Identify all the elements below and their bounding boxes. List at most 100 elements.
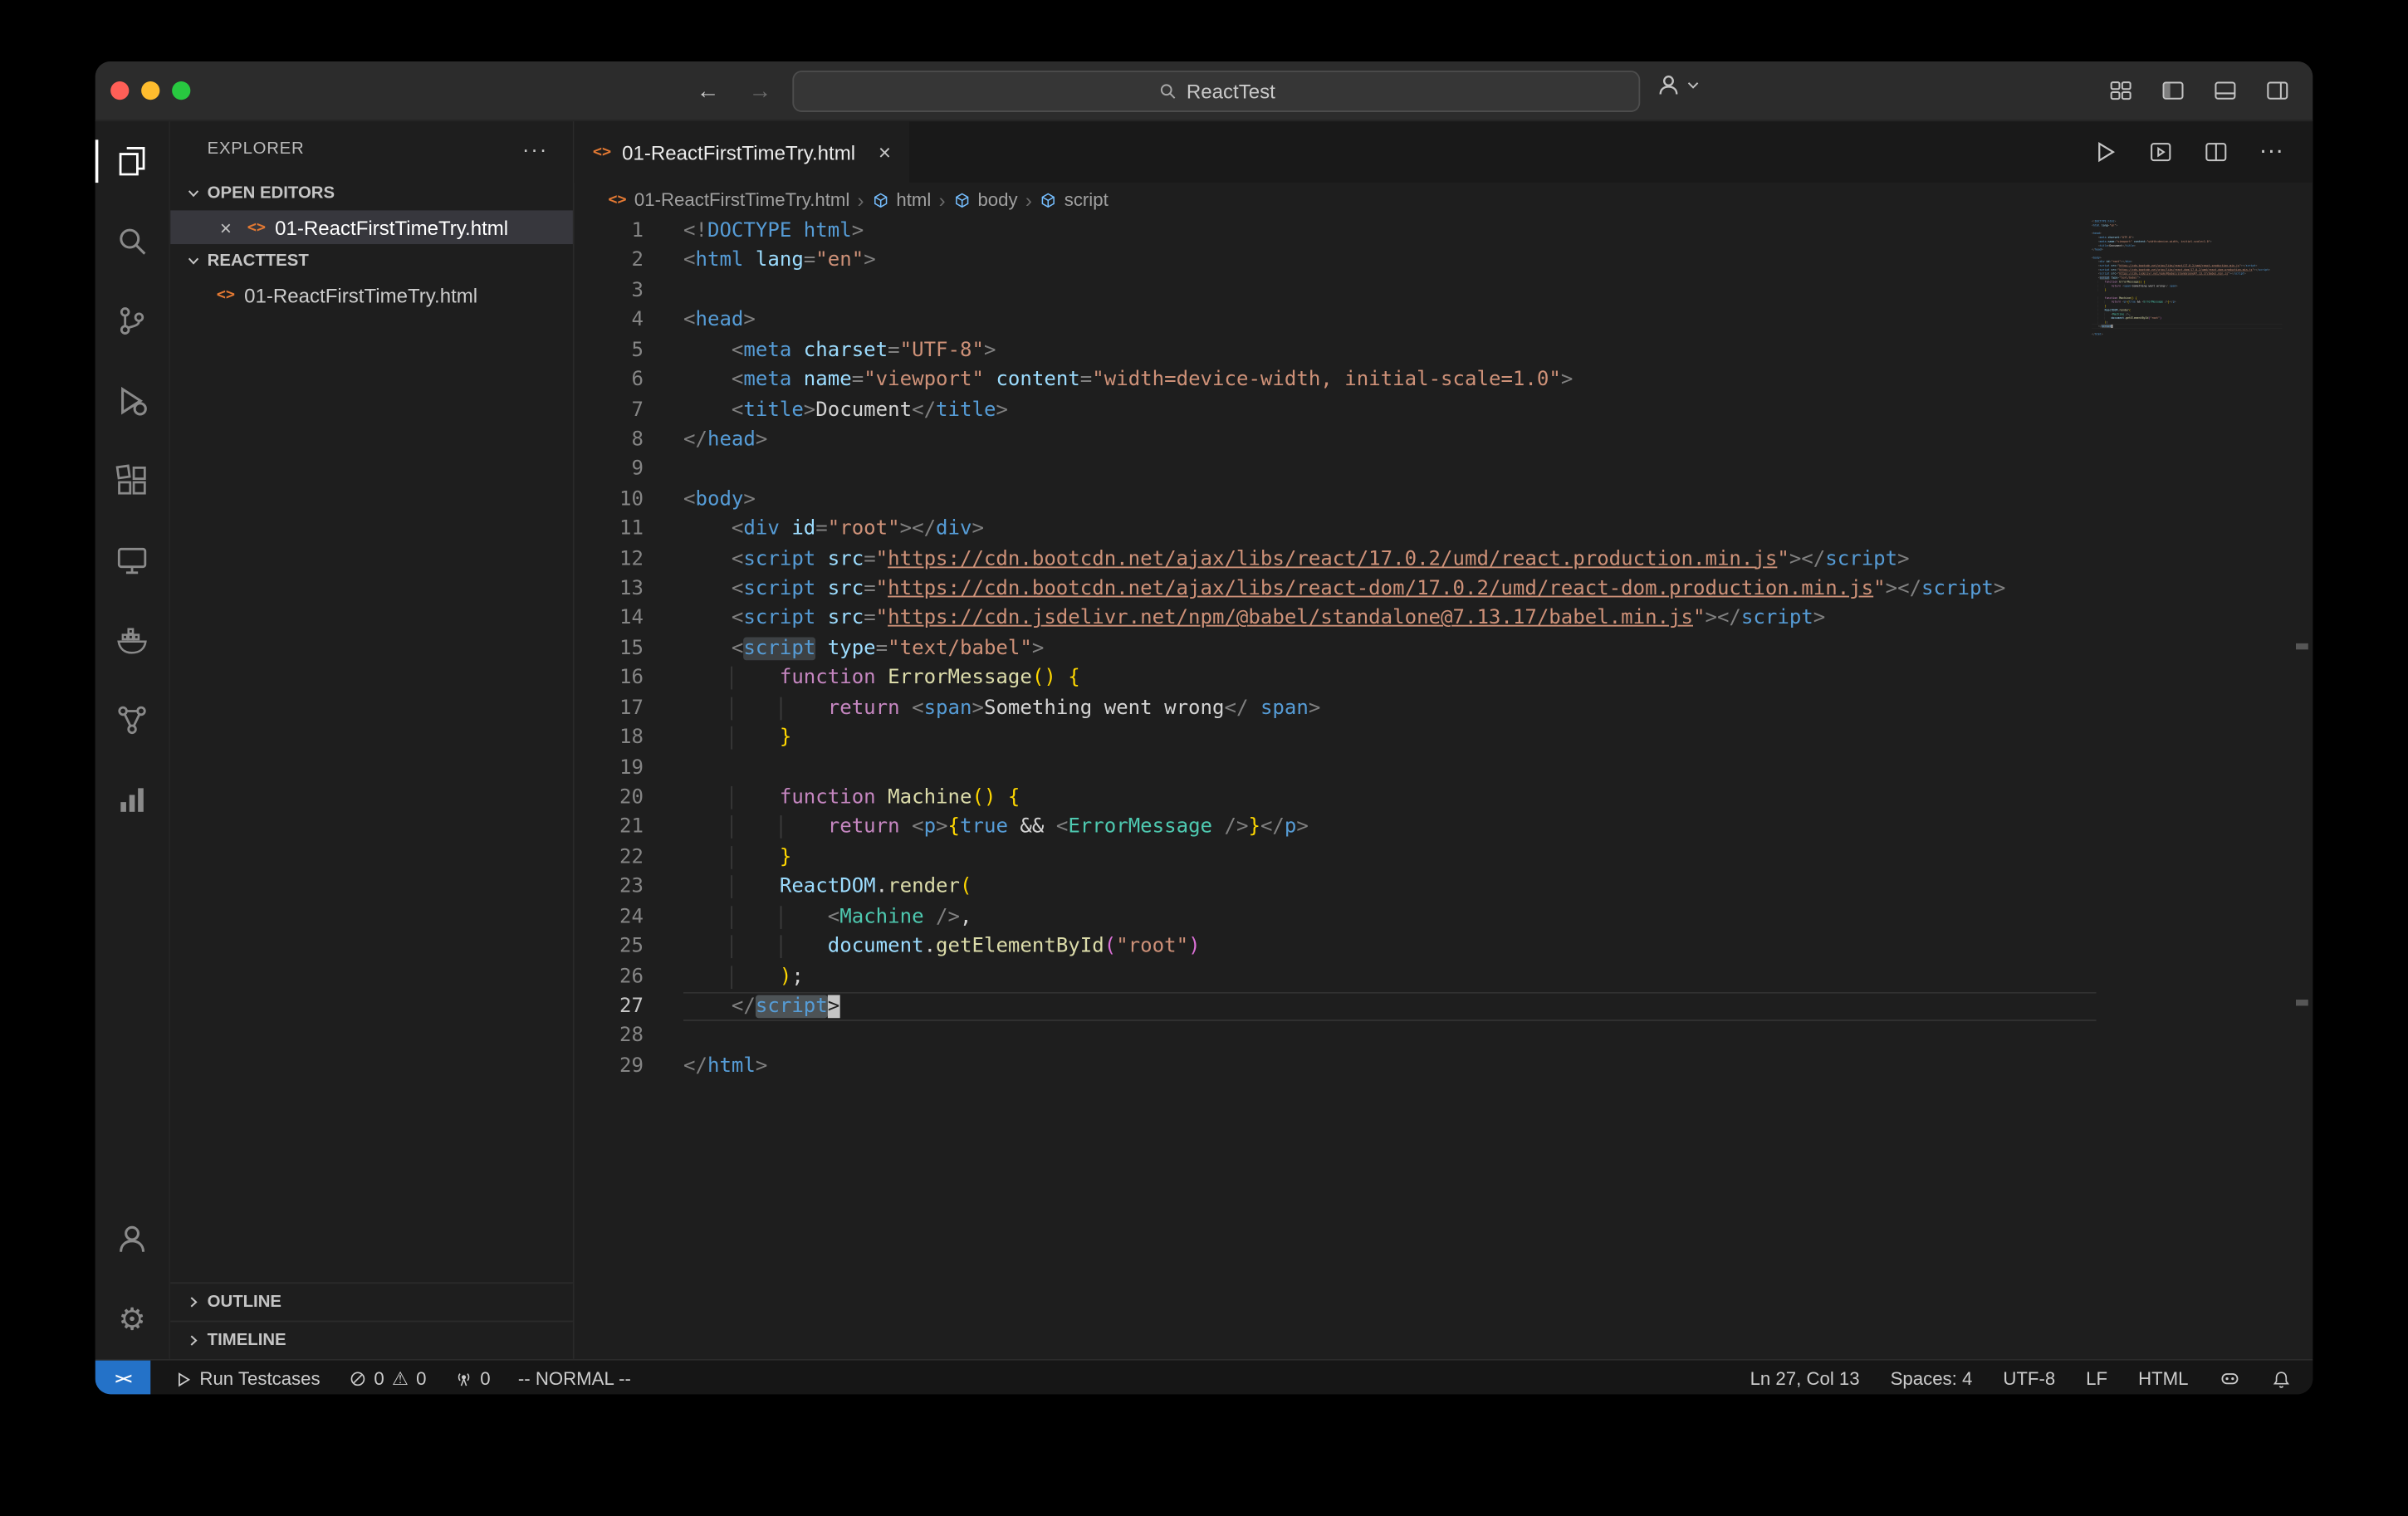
notifications-bell-icon[interactable] — [2269, 1369, 2294, 1389]
more-actions-icon[interactable]: ··· — [2254, 135, 2288, 169]
code-line-29[interactable]: </html> — [683, 1052, 2097, 1082]
code-line-7[interactable]: <title>Document</title> — [683, 395, 2097, 425]
settings-gear-icon[interactable]: ⚙ — [95, 1279, 169, 1359]
run-file-icon[interactable] — [2088, 135, 2122, 169]
code-line-12[interactable]: <script src="https://cdn.bootcdn.net/aja… — [683, 545, 2097, 575]
close-editor-icon[interactable]: × — [213, 216, 238, 239]
line-number[interactable]: 12 — [575, 545, 644, 575]
line-number[interactable]: 10 — [575, 485, 644, 515]
code-line-28[interactable] — [683, 1022, 2097, 1052]
code-line-3[interactable] — [683, 276, 2097, 306]
line-number[interactable]: 19 — [575, 753, 644, 783]
copilot-icon[interactable] — [2216, 1368, 2244, 1390]
navigate-forward-button[interactable]: → — [743, 77, 777, 103]
line-number[interactable]: 16 — [575, 664, 644, 694]
code-line-1[interactable]: <!DOCTYPE html> — [683, 217, 2097, 247]
close-tab-icon[interactable]: × — [875, 139, 894, 164]
code-line-9[interactable] — [683, 455, 2097, 485]
tab-01-reactfirsttimetry[interactable]: <> 01-ReactFirstTimeTry.html × — [574, 121, 910, 183]
docker-icon[interactable] — [95, 600, 169, 680]
line-number[interactable]: 7 — [575, 395, 643, 425]
line-number[interactable]: 8 — [575, 425, 643, 455]
tree-file-item[interactable]: <> 01-ReactFirstTimeTry.html — [170, 278, 573, 312]
minimap[interactable]: <!DOCTYPE html> <html lang="en"> <head> <m… — [2092, 219, 2288, 388]
code-line-18[interactable]: } — [683, 723, 2097, 753]
code-line-14[interactable]: <script src="https://cdn.jsdelivr.net/np… — [683, 604, 2097, 634]
remote-explorer-icon[interactable] — [95, 521, 169, 600]
line-number[interactable]: 26 — [575, 962, 644, 992]
line-number[interactable]: 6 — [575, 365, 643, 395]
line-number[interactable]: 5 — [575, 335, 643, 365]
code-line-6[interactable]: <meta name="viewport" content="width=dev… — [683, 365, 2097, 395]
open-editor-item[interactable]: × <> 01-ReactFirstTimeTry.html — [170, 210, 573, 245]
zoom-window-button[interactable] — [172, 81, 191, 100]
line-number[interactable]: 21 — [575, 813, 644, 843]
code-line-10[interactable]: <body> — [683, 485, 2097, 515]
minimize-window-button[interactable] — [141, 81, 160, 100]
indentation[interactable]: Spaces: 4 — [1887, 1368, 1975, 1390]
line-number[interactable]: 28 — [575, 1022, 644, 1052]
code-line-2[interactable]: <html lang="en"> — [683, 247, 2097, 276]
account-icon[interactable] — [95, 1199, 169, 1279]
code-line-13[interactable]: <script src="https://cdn.bootcdn.net/aja… — [683, 575, 2097, 604]
overview-ruler[interactable] — [2291, 217, 2313, 1359]
workspace-header[interactable]: REACTTEST — [170, 244, 573, 278]
line-number[interactable]: 18 — [575, 723, 644, 753]
code-line-21[interactable]: return <p>{true && <ErrorMessage />}</p> — [683, 813, 2097, 843]
source-control-icon[interactable] — [95, 281, 169, 360]
code-content[interactable]: <!DOCTYPE html> <html lang="en"> <head> <m… — [683, 217, 2097, 1082]
toggle-primary-sidebar-icon[interactable] — [2156, 74, 2190, 108]
code-line-27[interactable]: </script> — [683, 992, 2097, 1022]
split-editor-icon[interactable] — [2199, 135, 2233, 169]
code-line-5[interactable]: <meta charset="UTF-8"> — [683, 335, 2097, 365]
code-line-22[interactable]: } — [683, 843, 2097, 873]
vim-mode-indicator[interactable]: -- NORMAL -- — [515, 1361, 634, 1395]
explorer-icon[interactable] — [95, 121, 169, 201]
copilot-menu-button[interactable] — [1656, 72, 1701, 98]
run-testcases-panel-icon[interactable] — [2144, 135, 2178, 169]
bar-chart-icon[interactable] — [95, 760, 169, 839]
code-line-4[interactable]: <head> — [683, 306, 2097, 336]
line-number[interactable]: 27 — [575, 992, 644, 1022]
line-number[interactable]: 15 — [575, 634, 644, 664]
breadcrumb-script[interactable]: script — [1040, 188, 1109, 210]
extensions-icon[interactable] — [95, 441, 169, 521]
line-number[interactable]: 20 — [575, 783, 644, 813]
close-window-button[interactable] — [110, 81, 130, 100]
line-number[interactable]: 14 — [575, 604, 644, 634]
code-editor[interactable]: 1 2 3 4 5 6 7 8 9 10 11 12 13 14 15 16 17 18 19 20 21 22 23 24 2… — [575, 217, 2313, 1359]
code-line-16[interactable]: function ErrorMessage() { — [683, 664, 2097, 694]
line-number[interactable]: 23 — [575, 873, 644, 902]
line-number[interactable]: 3 — [575, 276, 643, 306]
breadcrumb-file[interactable]: <> 01-ReactFirstTimeTry.html — [608, 188, 849, 210]
code-line-25[interactable]: document.getElementById("root") — [683, 932, 2097, 962]
line-number[interactable]: 1 — [575, 217, 643, 247]
search-icon[interactable] — [95, 201, 169, 281]
code-line-17[interactable]: return <span>Something went wrong</ span… — [683, 694, 2097, 724]
explorer-more-actions-icon[interactable]: ··· — [522, 137, 548, 162]
eol-sequence[interactable]: LF — [2083, 1368, 2110, 1390]
line-number[interactable]: 11 — [575, 515, 644, 545]
run-debug-icon[interactable] — [95, 361, 169, 441]
code-line-20[interactable]: function Machine() { — [683, 783, 2097, 813]
line-number[interactable]: 17 — [575, 694, 644, 724]
code-line-26[interactable]: ); — [683, 962, 2097, 992]
line-number-gutter[interactable]: 1 2 3 4 5 6 7 8 9 10 11 12 13 14 15 16 17 18 19 20 21 22 23 24 2… — [575, 217, 644, 1082]
line-number[interactable]: 13 — [575, 575, 644, 604]
graph-nodes-icon[interactable] — [95, 680, 169, 760]
code-line-8[interactable]: </head> — [683, 425, 2097, 455]
language-mode[interactable]: HTML — [2135, 1368, 2191, 1390]
encoding[interactable]: UTF-8 — [2000, 1368, 2058, 1390]
line-number[interactable]: 22 — [575, 843, 644, 873]
toggle-panel-icon[interactable] — [2209, 74, 2243, 108]
line-number[interactable]: 29 — [575, 1052, 644, 1082]
breadcrumb-body[interactable]: body — [953, 188, 1018, 210]
run-testcases-button[interactable]: Run Testcases — [172, 1361, 323, 1395]
line-number[interactable]: 2 — [575, 247, 643, 276]
code-line-19[interactable] — [683, 753, 2097, 783]
code-line-24[interactable]: <Machine />, — [683, 902, 2097, 932]
open-editors-header[interactable]: OPEN EDITORS — [170, 177, 573, 211]
command-center-search[interactable]: ReactTest — [792, 71, 1641, 113]
timeline-section-header[interactable]: TIMELINE — [170, 1320, 573, 1359]
customize-layout-icon[interactable] — [2104, 74, 2138, 108]
